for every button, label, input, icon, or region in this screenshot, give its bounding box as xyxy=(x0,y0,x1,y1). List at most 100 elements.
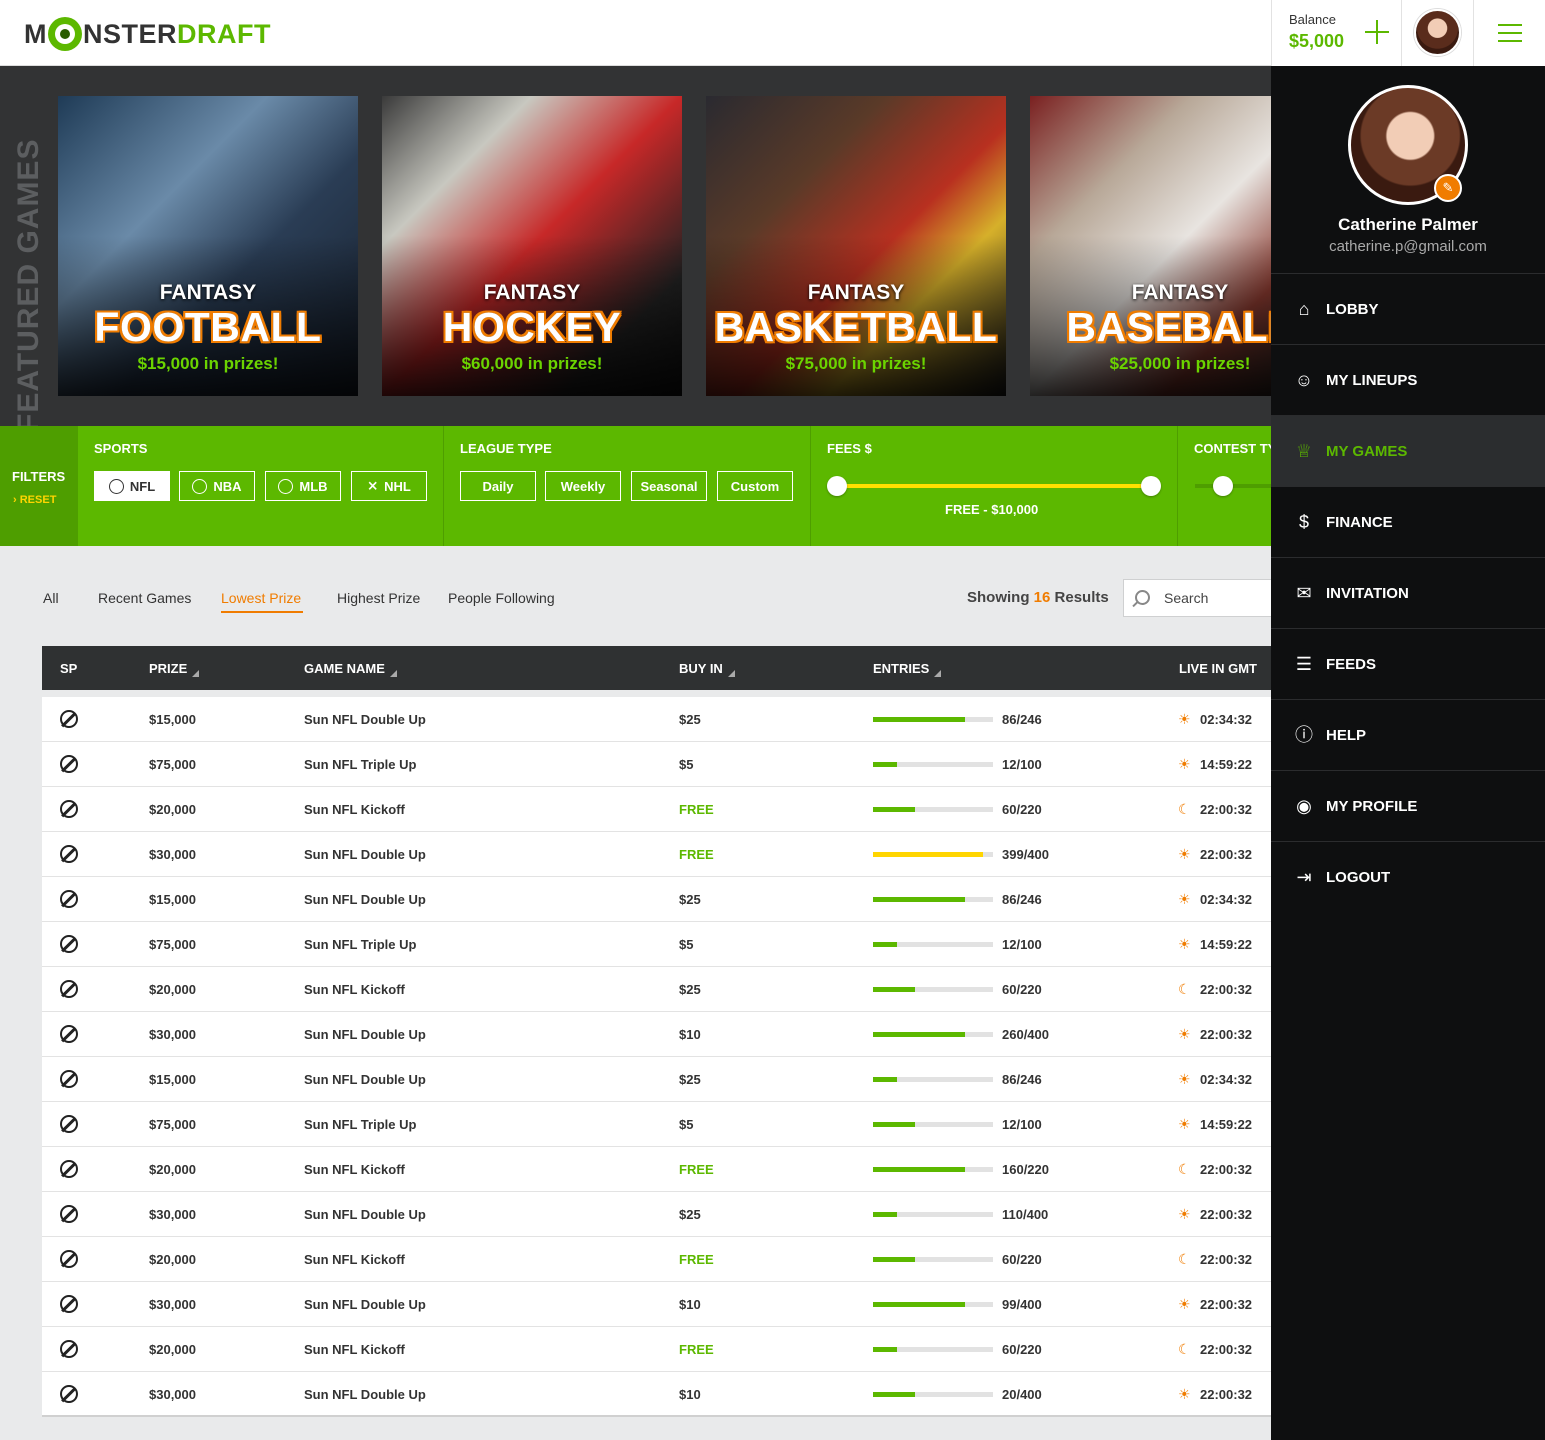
table-row[interactable]: $15,000 Sun NFL Double Up $25 86/246 ☀ 02:34:… xyxy=(42,877,1282,922)
menu-item-finance[interactable]: $ FINANCE xyxy=(1271,486,1545,557)
table-row[interactable]: $20,000 Sun NFL Kickoff FREE 60/220 ☾ 22:00:3… xyxy=(42,1327,1282,1372)
edit-profile-icon[interactable]: ✎ xyxy=(1434,174,1462,202)
tab-people-following[interactable]: People Following xyxy=(448,590,555,606)
col-entries[interactable]: ENTRIES xyxy=(873,661,942,677)
menu-item-help[interactable]: ⓘ HELP xyxy=(1271,699,1545,770)
menu-item-label: HELP xyxy=(1326,727,1367,744)
row-game-name[interactable]: Sun NFL Kickoff xyxy=(304,982,405,997)
row-game-name[interactable]: Sun NFL Triple Up xyxy=(304,1117,416,1132)
row-game-name[interactable]: Sun NFL Kickoff xyxy=(304,1252,405,1267)
sport-btn-nfl[interactable]: NFL xyxy=(94,471,170,501)
league-label: LEAGUE TYPE xyxy=(460,441,552,456)
row-buy-in: $5 xyxy=(679,757,694,772)
fees-slider-track[interactable] xyxy=(837,484,1151,488)
table-row[interactable]: $75,000 Sun NFL Triple Up $5 12/100 ☀ 14:59:2… xyxy=(42,922,1282,967)
table-row[interactable]: $15,000 Sun NFL Double Up $25 86/246 ☀ 02:34:… xyxy=(42,1057,1282,1102)
people-icon: ☺ xyxy=(1294,370,1314,390)
sort-icon xyxy=(389,670,397,677)
table-row[interactable]: $30,000 Sun NFL Double Up $10 260/400 ☀ 22:00… xyxy=(42,1012,1282,1057)
tab-lowest-prize[interactable]: Lowest Prize xyxy=(221,590,301,606)
row-entries: 12/100 xyxy=(1002,937,1042,952)
avatar[interactable] xyxy=(1414,9,1461,56)
row-game-name[interactable]: Sun NFL Double Up xyxy=(304,892,426,907)
row-game-name[interactable]: Sun NFL Kickoff xyxy=(304,802,405,817)
menu-item-label: FEEDS xyxy=(1326,656,1377,673)
tab-all[interactable]: All xyxy=(43,590,59,606)
avatar-box[interactable] xyxy=(1401,0,1473,66)
logo[interactable]: M NSTER DRAFT xyxy=(24,14,271,54)
row-game-name[interactable]: Sun NFL Kickoff xyxy=(304,1342,405,1357)
row-game-name[interactable]: Sun NFL Triple Up xyxy=(304,757,416,772)
featured-card-hockey[interactable]: FANTASY HOCKEY $60,000 in prizes! xyxy=(382,96,682,396)
row-game-name[interactable]: Sun NFL Double Up xyxy=(304,1207,426,1222)
sport-btn-mlb[interactable]: MLB xyxy=(265,471,341,501)
menu-toggle[interactable] xyxy=(1473,0,1545,66)
featured-card-basketball[interactable]: FANTASY BASKETBALL $75,000 in prizes! xyxy=(706,96,1006,396)
entries-progress-bar xyxy=(873,1122,993,1127)
table-row[interactable]: $30,000 Sun NFL Double Up $25 110/400 ☀ 22:00… xyxy=(42,1192,1282,1237)
sport-btn-nhl[interactable]: ⨯ NHL xyxy=(351,471,427,501)
table-row[interactable]: $30,000 Sun NFL Double Up $10 99/400 ☀ 22:00:… xyxy=(42,1282,1282,1327)
row-game-name[interactable]: Sun NFL Double Up xyxy=(304,847,426,862)
menu-item-lobby[interactable]: ⌂ LOBBY xyxy=(1271,273,1545,344)
col-buy-in[interactable]: BUY IN xyxy=(679,661,735,677)
row-game-name[interactable]: Sun NFL Double Up xyxy=(304,1387,426,1402)
menu-item-logout[interactable]: ⇥ LOGOUT xyxy=(1271,841,1545,912)
row-entries: 12/100 xyxy=(1002,757,1042,772)
table-row[interactable]: $75,000 Sun NFL Triple Up $5 12/100 ☀ 14:59:2… xyxy=(42,1102,1282,1147)
tab-recent-games[interactable]: Recent Games xyxy=(98,590,191,606)
row-game-name[interactable]: Sun NFL Kickoff xyxy=(304,1162,405,1177)
menu-item-my-profile[interactable]: ◉ MY PROFILE xyxy=(1271,770,1545,841)
entries-progress-bar xyxy=(873,1167,993,1172)
sports-filter: SPORTS NFL NBA MLB ⨯ NHL xyxy=(78,426,444,546)
sun-icon: ☀ xyxy=(1178,711,1191,727)
row-game-name[interactable]: Sun NFL Double Up xyxy=(304,1027,426,1042)
featured-card-baseball[interactable]: FANTASY BASEBALL $25,000 in prizes! xyxy=(1030,96,1271,396)
add-funds-plus-icon[interactable] xyxy=(1365,20,1389,44)
fees-slider-min-handle[interactable] xyxy=(827,476,847,496)
featured-card-football[interactable]: FANTASY FOOTBALL $15,000 in prizes! xyxy=(58,96,358,396)
table-row[interactable]: $20,000 Sun NFL Kickoff FREE 160/220 ☾ 22:00:… xyxy=(42,1147,1282,1192)
tab-highest-prize[interactable]: Highest Prize xyxy=(337,590,420,606)
fees-slider-max-handle[interactable] xyxy=(1141,476,1161,496)
hamburger-icon[interactable] xyxy=(1498,24,1522,42)
sport-btn-nba[interactable]: NBA xyxy=(179,471,255,501)
table-row[interactable]: $20,000 Sun NFL Kickoff FREE 60/220 ☾ 22:00:3… xyxy=(42,1237,1282,1282)
col-game-name[interactable]: GAME NAME xyxy=(304,661,397,677)
league-btn-seasonal[interactable]: Seasonal xyxy=(631,471,707,501)
contest-slider-handle[interactable] xyxy=(1213,476,1233,496)
monster-eye-icon xyxy=(48,17,82,51)
menu-item-invitation[interactable]: ✉ INVITATION xyxy=(1271,557,1545,628)
entries-progress-bar xyxy=(873,1077,993,1082)
table-row[interactable]: $20,000 Sun NFL Kickoff $25 60/220 ☾ 22:00:32 xyxy=(42,967,1282,1012)
table-row[interactable]: $75,000 Sun NFL Triple Up $5 12/100 ☀ 14:59:2… xyxy=(42,742,1282,787)
row-game-name[interactable]: Sun NFL Triple Up xyxy=(304,937,416,952)
row-game-name[interactable]: Sun NFL Double Up xyxy=(304,1072,426,1087)
league-btn-custom[interactable]: Custom xyxy=(717,471,793,501)
league-btn-weekly[interactable]: Weekly xyxy=(545,471,621,501)
sun-icon: ☀ xyxy=(1178,846,1191,862)
row-live-time: 22:00:32 xyxy=(1200,847,1253,862)
sun-icon: ☀ xyxy=(1178,1296,1191,1312)
row-game-name[interactable]: Sun NFL Double Up xyxy=(304,1297,426,1312)
menu-item-my-lineups[interactable]: ☺ MY LINEUPS xyxy=(1271,344,1545,415)
sun-icon: ☀ xyxy=(1178,756,1191,772)
row-game-name[interactable]: Sun NFL Double Up xyxy=(304,712,426,727)
table-row[interactable]: $30,000 Sun NFL Double Up FREE 399/400 ☀ 22:0… xyxy=(42,832,1282,877)
reset-label: RESET xyxy=(19,494,57,506)
table-row[interactable]: $20,000 Sun NFL Kickoff FREE 60/220 ☾ 22:00:3… xyxy=(42,787,1282,832)
league-btn-daily[interactable]: Daily xyxy=(460,471,536,501)
menu-item-my-games[interactable]: ♕ MY GAMES xyxy=(1271,415,1545,486)
table-row[interactable]: $15,000 Sun NFL Double Up $25 86/246 ☀ 02:34:… xyxy=(42,697,1282,742)
football-icon xyxy=(108,478,124,494)
balance-label: Balance xyxy=(1289,12,1336,27)
football-icon xyxy=(60,1385,78,1403)
contest-slider-track[interactable] xyxy=(1195,484,1271,488)
col-prize[interactable]: PRIZE xyxy=(149,661,200,677)
menu-item-feeds[interactable]: ☰ FEEDS xyxy=(1271,628,1545,699)
reset-button[interactable]: › RESET xyxy=(13,494,56,506)
row-prize: $30,000 xyxy=(149,847,196,862)
table-row[interactable]: $30,000 Sun NFL Double Up $10 20/400 ☀ 22:00:… xyxy=(42,1372,1282,1417)
row-buy-in: FREE xyxy=(679,847,714,862)
search-input[interactable]: Search xyxy=(1123,579,1283,617)
